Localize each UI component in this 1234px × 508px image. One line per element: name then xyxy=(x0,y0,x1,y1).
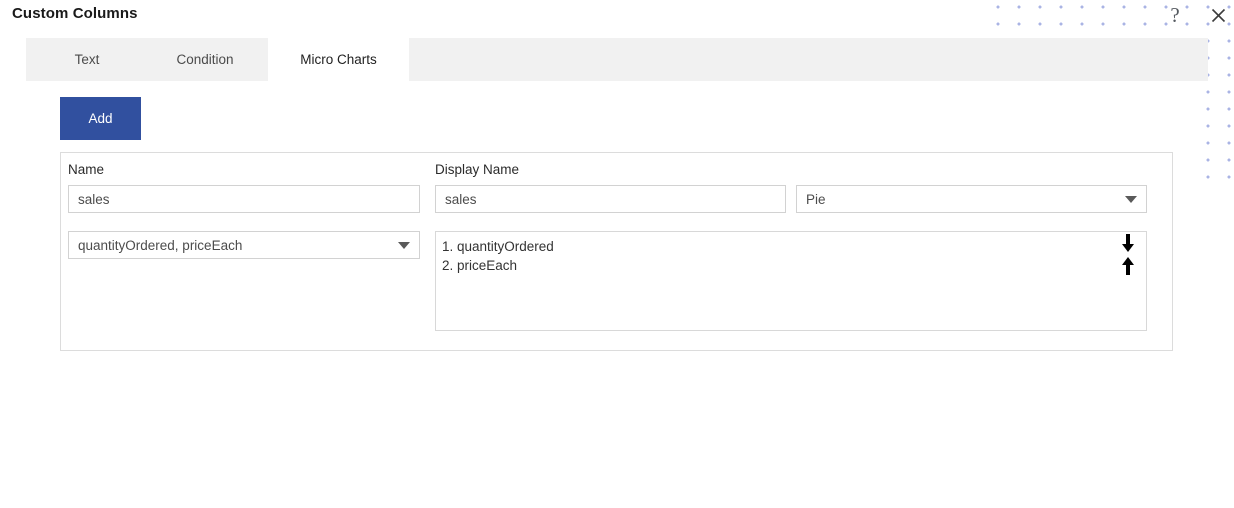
chart-type-value: Pie xyxy=(806,191,826,207)
arrow-up-icon xyxy=(1122,257,1134,275)
columns-value: quantityOrdered, priceEach xyxy=(78,237,243,253)
dialog-title: Custom Columns xyxy=(12,5,138,22)
move-down-button[interactable] xyxy=(1118,233,1138,254)
tab-micro-charts[interactable]: Micro Charts xyxy=(268,38,409,81)
close-icon xyxy=(1211,8,1225,22)
decorative-dot-pattern-right xyxy=(1205,37,1234,191)
close-button[interactable] xyxy=(1205,2,1231,28)
selected-columns-list[interactable]: 1. quantityOrdered 2. priceEach xyxy=(435,231,1147,331)
display-name-input[interactable] xyxy=(435,185,786,213)
help-icon[interactable]: ? xyxy=(1162,2,1188,28)
chevron-down-icon xyxy=(389,232,419,258)
reorder-controls xyxy=(1115,233,1141,281)
list-item[interactable]: 2. priceEach xyxy=(436,256,1146,275)
arrow-down-icon xyxy=(1122,234,1134,252)
custom-columns-dialog: Custom Columns ? Text Condition Micro Ch… xyxy=(0,0,1234,508)
tab-condition[interactable]: Condition xyxy=(142,38,268,81)
tab-text[interactable]: Text xyxy=(32,38,142,81)
name-input[interactable] xyxy=(68,185,420,213)
add-button[interactable]: Add xyxy=(60,97,141,140)
display-name-label: Display Name xyxy=(435,162,520,177)
list-item[interactable]: 1. quantityOrdered xyxy=(436,237,1146,256)
decorative-dot-pattern-top xyxy=(990,0,1234,37)
chart-type-dropdown[interactable]: Pie xyxy=(796,185,1147,213)
move-up-button[interactable] xyxy=(1118,256,1138,277)
columns-dropdown[interactable]: quantityOrdered, priceEach xyxy=(68,231,420,259)
name-label: Name xyxy=(68,162,105,177)
chevron-down-icon xyxy=(1116,186,1146,212)
micro-chart-entry-panel: Name Display Name Pie quantityOrdered, p… xyxy=(60,152,1173,351)
tab-bar: Text Condition Micro Charts xyxy=(26,38,1208,81)
